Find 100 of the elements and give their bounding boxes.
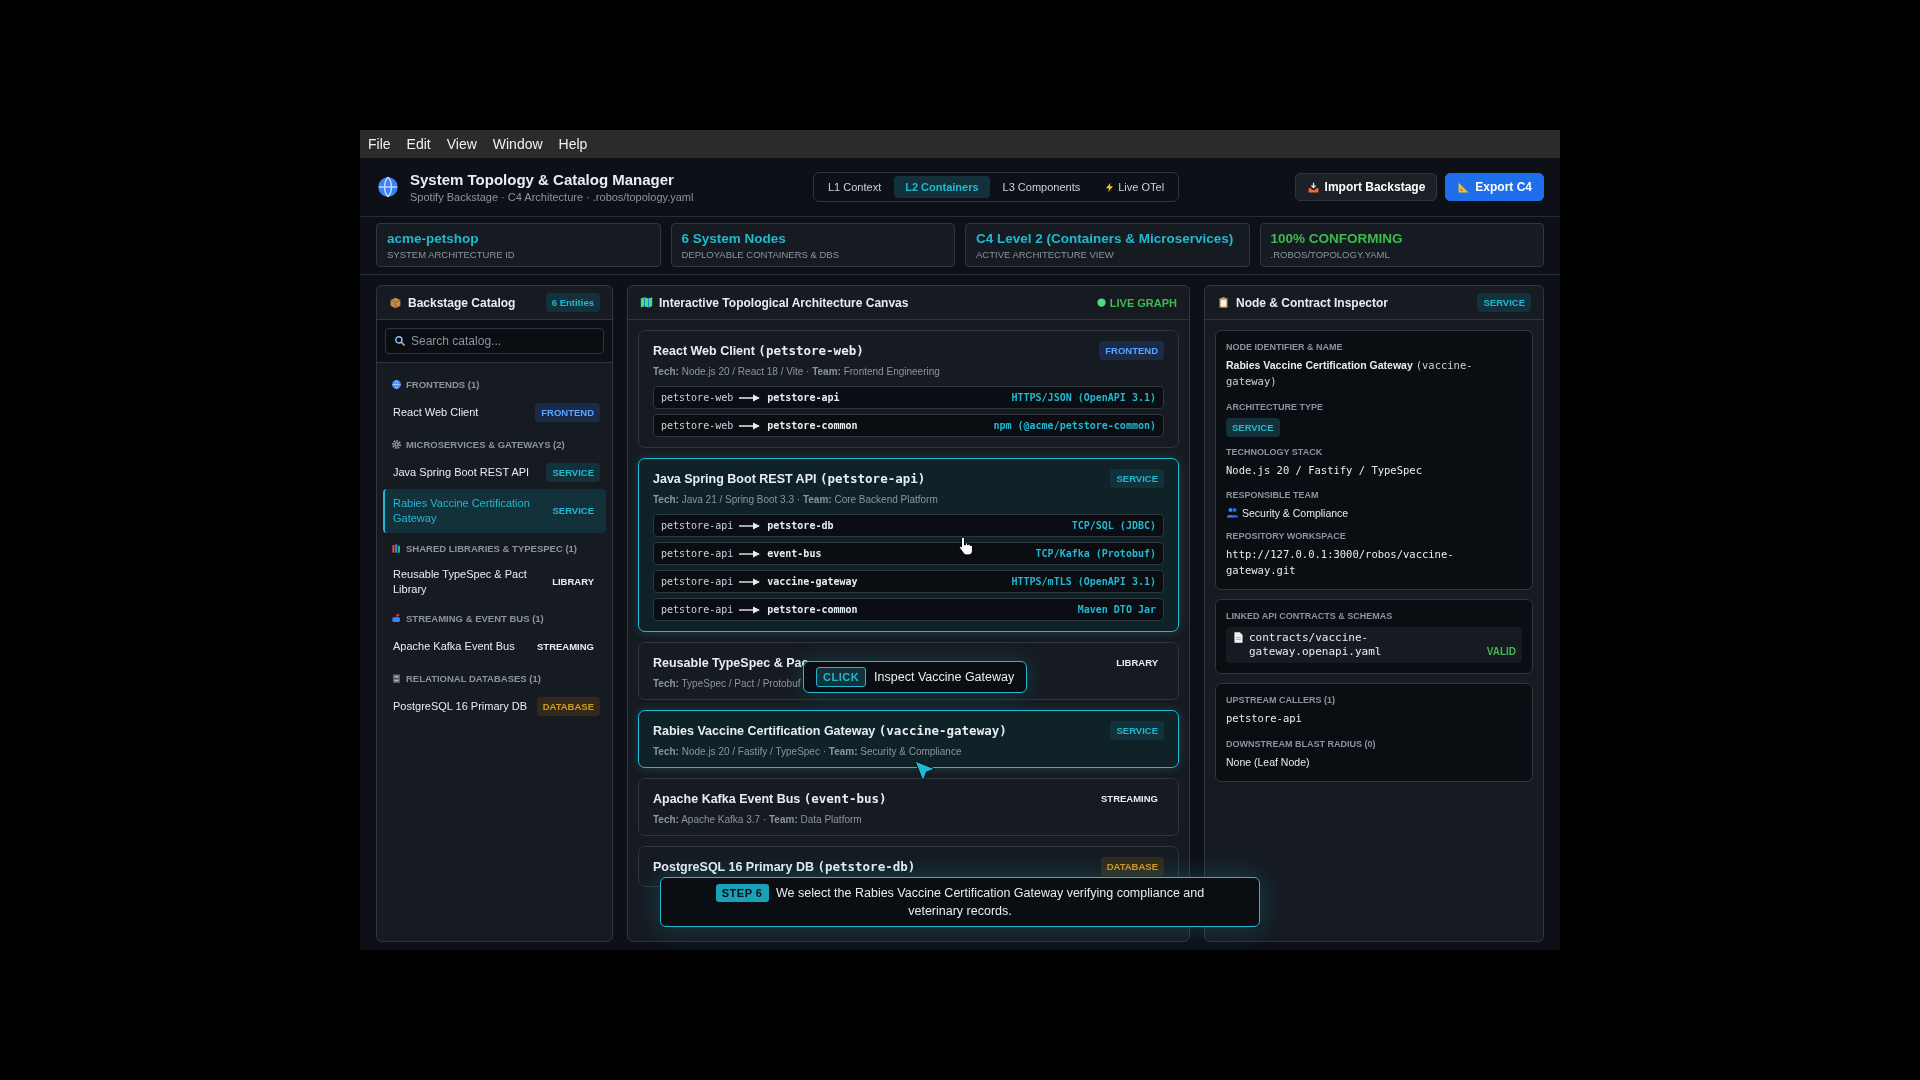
status-dot-icon xyxy=(1095,297,1107,308)
item-name: React Web Client xyxy=(393,405,479,420)
live-status: LIVE GRAPH xyxy=(1109,296,1177,309)
books-icon xyxy=(391,542,402,554)
item-name: Apache Kafka Event Bus xyxy=(393,639,515,655)
menu-item[interactable]: Help xyxy=(556,134,590,154)
node-card[interactable]: Apache Kafka Event Bus (event-bus) STREAMING Tech: Apache Kafka 3.7 · Team: Data Platform xyxy=(638,778,1179,836)
node-meta: Tech: Node.js 20 / React 18 / Vite · Team: Frontend Engineering xyxy=(653,366,941,377)
node-meta: Tech: Apache Kafka 3.7 · Team: Data Platform xyxy=(653,814,863,825)
tooltip-text: Inspect Vaccine Gateway xyxy=(874,670,1015,684)
node-card[interactable]: Rabies Vaccine Certification Gateway (vaccine-gateway) SERVICE Tech: Node.js 20 / Fastify / TypeSpec · Team: Security & Compliance xyxy=(638,710,1179,768)
hand-cursor-icon xyxy=(958,536,976,556)
type-label: LIBRARY xyxy=(1115,656,1159,670)
type-label: STREAMING xyxy=(1100,792,1159,806)
node-card[interactable] xyxy=(638,458,1179,632)
item-name: Rabies Vaccine Certification Gateway xyxy=(393,496,531,526)
node-identifier: Rabies Vaccine Certification Gateway (vaccine-gateway) xyxy=(1226,358,1474,389)
edge-source: petstore-api xyxy=(661,548,734,559)
package-icon xyxy=(389,296,402,309)
type-badge: SERVICE xyxy=(1226,417,1280,437)
click-tag: CLICK xyxy=(816,667,867,687)
field-label: NODE IDENTIFIER & NAME xyxy=(1226,342,1344,352)
item-name: Reusable TypeSpec & Pact Library xyxy=(393,566,528,597)
catalog-item[interactable]: PostgreSQL 16 Primary DB DATABASE xyxy=(383,690,606,724)
node-title: Apache Kafka Event Bus (event-bus) xyxy=(653,791,887,806)
node-meta: Tech: Java 21 / Spring Boot 3.3 · Team: Core Backend Platform xyxy=(653,494,939,505)
type-label: STREAMING xyxy=(536,640,595,655)
field-label: REPOSITORY WORKSPACE xyxy=(1226,531,1347,542)
app-subtitle: Spotify Backstage · C4 Architecture · .robos/topology.yaml xyxy=(410,191,694,203)
node-card[interactable] xyxy=(638,330,1179,448)
node-title: React Web Client (petstore-web) xyxy=(653,343,864,358)
group-title: SHARED LIBRARIES & TYPESPEC (1) xyxy=(406,542,578,554)
repository-url: http://127.0.0.1:3000/robos/vaccine-gateway.git xyxy=(1226,547,1455,578)
stat-value: 100% CONFORMING xyxy=(1270,231,1404,246)
panel-title: Interactive Topological Architecture Canvas xyxy=(659,295,909,310)
type-badge: SERVICE xyxy=(546,463,600,482)
edge-protocol: Maven DTO Jar xyxy=(1077,604,1156,615)
inbox-tray-icon xyxy=(1306,180,1320,194)
edge-target: vaccine-gateway xyxy=(767,576,858,587)
type-badge: DATABASE xyxy=(536,697,600,717)
arrow-icon xyxy=(739,549,762,558)
upstream-callers: petstore-api xyxy=(1226,711,1303,727)
catalog-item[interactable]: Rabies Vaccine Certification Gateway SERVICE xyxy=(383,489,606,533)
catalog-item[interactable]: Apache Kafka Event Bus STREAMING xyxy=(383,630,606,664)
group-title: MICROSERVICES & GATEWAYS (2) xyxy=(406,439,565,450)
downstream-radius: None (Leaf Node) xyxy=(1226,755,1311,771)
view-tab[interactable]: L1 Context xyxy=(817,176,893,198)
menu-item[interactable]: Edit xyxy=(404,134,433,154)
entity-count: 6 Entities xyxy=(545,293,600,312)
edge-target: event-bus xyxy=(767,548,822,559)
mailbox-icon xyxy=(391,613,402,625)
contract-row[interactable]: contracts/vaccine-gateway.openapi.yaml VALID xyxy=(1226,626,1522,664)
type-badge: DATABASE xyxy=(1100,857,1164,876)
arrow-icon xyxy=(739,577,762,586)
menu-item[interactable]: Window xyxy=(490,134,545,154)
menu-item[interactable]: View xyxy=(444,134,479,154)
node-title: PostgreSQL 16 Primary DB (petstore-db) xyxy=(653,859,916,874)
gear-icon xyxy=(391,439,402,450)
field-label: LINKED API CONTRACTS & SCHEMAS xyxy=(1226,610,1394,621)
stat-label: DEPLOYABLE CONTAINERS & DBS xyxy=(681,249,840,260)
panel-title: Node & Contract Inspector xyxy=(1236,295,1388,310)
edge-protocol: TCP/SQL (JDBC) xyxy=(1071,520,1156,531)
menu-item[interactable]: File xyxy=(366,134,393,154)
pointer-cursor-icon xyxy=(914,760,936,782)
edge-source: petstore-web xyxy=(661,420,734,431)
import-button[interactable]: Import Backstage xyxy=(1294,173,1438,201)
stat-value: acme-petshop xyxy=(387,231,480,246)
clipboard-icon xyxy=(1217,296,1230,309)
panel-title: Backstage Catalog xyxy=(408,295,516,310)
arrow-icon xyxy=(739,393,762,402)
stat-label: .ROBOS/TOPOLOGY.YAML xyxy=(1270,249,1391,260)
item-name: PostgreSQL 16 Primary DB xyxy=(393,699,528,715)
search-field[interactable]: Search catalog... xyxy=(385,328,604,354)
type-badge: SERVICE xyxy=(1477,293,1531,312)
arrow-icon xyxy=(739,605,762,614)
tech-stack: Node.js 20 / Fastify / TypeSpec xyxy=(1226,462,1423,478)
type-label: LIBRARY xyxy=(551,575,595,590)
edge-target: petstore-db xyxy=(767,520,834,531)
lightning-icon xyxy=(1104,181,1116,193)
catalog-item[interactable]: Java Spring Boot REST API SERVICE xyxy=(383,456,606,489)
edge-protocol: HTTPS/JSON (OpenAPI 3.1) xyxy=(1011,392,1156,403)
globe-icon xyxy=(376,175,400,199)
group-title: RELATIONAL DATABASES (1) xyxy=(406,673,541,685)
edge-source: petstore-api xyxy=(661,520,734,531)
node-title: Rabies Vaccine Certification Gateway (vaccine-gateway) xyxy=(653,723,1007,738)
edge-target: petstore-common xyxy=(767,604,858,615)
view-tab[interactable]: L2 Containers xyxy=(894,176,990,198)
catalog-item[interactable]: Reusable TypeSpec & Pact Library LIBRARY xyxy=(383,559,606,604)
edge-protocol: TCP/Kafka (Protobuf) xyxy=(1035,548,1156,559)
arrow-icon xyxy=(739,521,762,530)
stat-label: SYSTEM ARCHITECTURE ID xyxy=(387,249,516,260)
field-label: RESPONSIBLE TEAM xyxy=(1226,490,1320,501)
edge-protocol: HTTPS/mTLS (OpenAPI 3.1) xyxy=(1011,576,1156,587)
stat-value: 6 System Nodes xyxy=(681,231,787,246)
catalog-item[interactable]: React Web Client FRONTEND xyxy=(383,396,606,429)
edge-source: petstore-api xyxy=(661,604,734,615)
field-label: ARCHITECTURE TYPE xyxy=(1226,401,1324,412)
view-tab[interactable]: L3 Components xyxy=(991,176,1092,198)
export-button[interactable]: Export C4 xyxy=(1445,173,1544,201)
view-tab[interactable]: Live OTel xyxy=(1093,176,1176,198)
